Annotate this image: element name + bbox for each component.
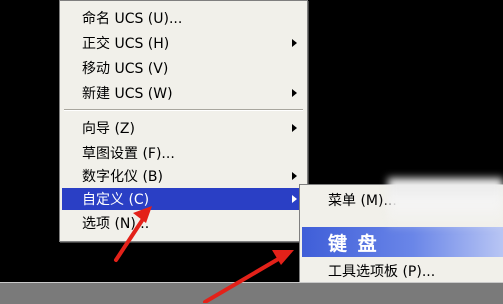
menu-item-wizard[interactable]: 向导 (Z) [62, 117, 305, 139]
submenu-item-tool-palettes[interactable]: 工具选项板 (P)... [302, 260, 503, 282]
menu-item-label: 向导 (Z) [82, 121, 135, 137]
tools-context-menu: 命名 UCS (U)... 正交 UCS (H) 移动 UCS (V) 新建 U… [59, 0, 308, 242]
submenu-arrow-icon [292, 195, 297, 203]
submenu-item-label: 工具选项板 (P)... [328, 264, 436, 280]
menu-item-label: 正交 UCS (H) [82, 36, 170, 52]
menu-item-options[interactable]: 选项 (N)... [62, 212, 305, 234]
menu-item-named-ucs[interactable]: 命名 UCS (U)... [62, 7, 305, 29]
command-line-bar [0, 282, 503, 304]
annotation-arrow-head-icon [272, 250, 294, 265]
blurred-overlay [388, 178, 503, 230]
submenu-arrow-icon [292, 172, 297, 180]
menu-item-orthographic-ucs[interactable]: 正交 UCS (H) [62, 32, 305, 54]
menu-item-move-ucs[interactable]: 移动 UCS (V) [62, 57, 305, 79]
menu-item-label: 草图设置 (F)... [82, 146, 175, 162]
menu-item-tablet[interactable]: 数字化仪 (B) [62, 165, 305, 187]
menu-item-new-ucs[interactable]: 新建 UCS (W) [62, 82, 305, 104]
application-workspace: 命名 UCS (U)... 正交 UCS (H) 移动 UCS (V) 新建 U… [0, 0, 503, 304]
menu-item-label: 选项 (N)... [82, 216, 150, 232]
submenu-arrow-icon [292, 39, 297, 47]
menu-item-drafting-settings[interactable]: 草图设置 (F)... [62, 142, 305, 164]
menu-item-label: 新建 UCS (W) [82, 86, 173, 102]
submenu-arrow-icon [292, 124, 297, 132]
submenu-arrow-icon [292, 89, 297, 97]
menu-item-label: 数字化仪 (B) [82, 169, 163, 185]
menu-item-label: 自定义 (C) [82, 192, 150, 208]
submenu-item-label: 键 盘 [328, 232, 379, 255]
submenu-item-label: 菜单 (M)... [328, 193, 397, 209]
menu-item-label: 命名 UCS (U)... [82, 11, 183, 27]
menu-item-label: 移动 UCS (V) [82, 61, 169, 77]
submenu-item-keyboard[interactable]: 键 盘 [302, 227, 503, 257]
menu-item-customize[interactable]: 自定义 (C) [62, 188, 305, 210]
menu-separator [64, 109, 303, 111]
